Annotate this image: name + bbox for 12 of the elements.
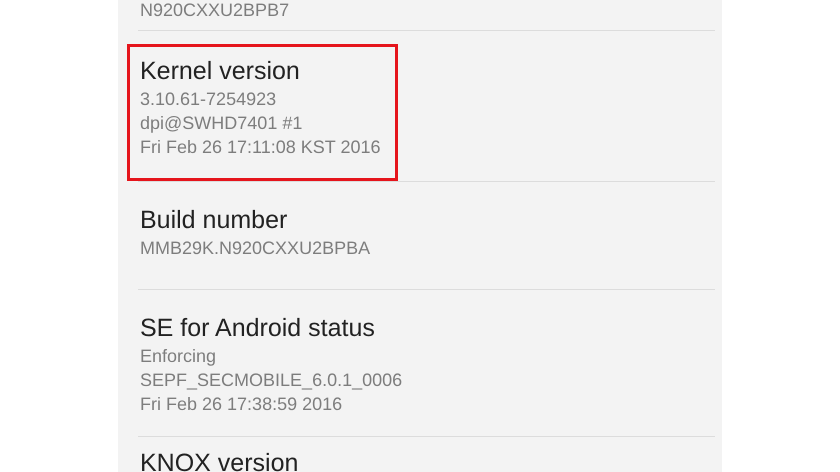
item-value: MMB29K.N920CXXU2BPBA	[140, 237, 370, 260]
item-value: N920CXXU2BPB7	[140, 0, 290, 20]
item-title: KNOX version	[140, 449, 298, 472]
item-title: Build number	[140, 205, 288, 236]
item-title: SE for Android status	[140, 313, 376, 344]
item-value: Fri Feb 26 17:11:08 KST 2016	[140, 136, 380, 159]
item-value: dpi@SWHD7401 #1	[140, 112, 304, 135]
item-value: SEPF_SECMOBILE_6.0.1_0006	[140, 369, 402, 392]
item-value: 3.10.61-7254923	[140, 88, 278, 111]
item-title: Kernel version	[140, 56, 301, 87]
item-value: Enforcing	[140, 345, 218, 368]
item-value: Fri Feb 26 17:38:59 2016	[140, 393, 344, 416]
